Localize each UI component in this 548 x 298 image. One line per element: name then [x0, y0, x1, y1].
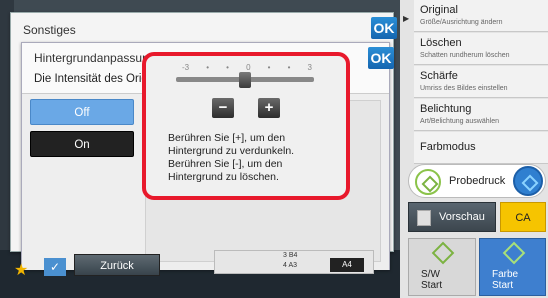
back-button[interactable]: Zurück [74, 254, 160, 276]
menu-item-title: Farbmodus [420, 141, 476, 153]
color-label: Farbe [492, 269, 519, 280]
probe-print-button[interactable]: Probedruck [408, 164, 546, 198]
preview-button[interactable]: Vorschau [408, 202, 496, 232]
start-diamond-icon [502, 241, 526, 265]
menu-item-title: Schärfe [420, 70, 458, 82]
menu-item-subtitle: Größe/Ausrichtung ändern [420, 19, 503, 26]
menu-item-title: Löschen [420, 37, 462, 49]
start-diamond-icon [513, 166, 543, 196]
menu-item-subtitle: Art/Belichtung auswählen [420, 118, 499, 125]
tick-label: 0 [246, 63, 251, 72]
menu-item-loeschen[interactable]: Löschen Schatten rundherum löschen [414, 33, 548, 65]
menu-item-subtitle: Schatten rundherum löschen [420, 52, 510, 59]
tray-row: 4 A3 [283, 262, 298, 269]
menu-item-belichtung[interactable]: Belichtung Art/Belichtung auswählen [414, 99, 548, 131]
color-start-button[interactable]: Farbe Start [479, 238, 546, 296]
tick-label: • [287, 63, 291, 72]
tray-row: 3 B4 [283, 252, 298, 259]
color-start-label: Start [492, 280, 514, 291]
bw-start-button[interactable]: S/W Start [408, 238, 476, 296]
menu-item-farbmodus[interactable]: Farbmodus [414, 132, 548, 164]
tick-label: • [206, 63, 210, 72]
start-diamond-icon [431, 241, 455, 265]
minus-button[interactable]: − [212, 98, 234, 118]
option-on-button[interactable]: On [30, 131, 134, 157]
menu-item-title: Belichtung [420, 103, 472, 115]
probe-print-label: Probedruck [449, 175, 506, 187]
bw-label: S/W [421, 269, 440, 280]
dialog-title: Hintergrundanpassung [34, 51, 156, 65]
expand-arrow-icon[interactable]: ▶ [403, 14, 409, 23]
tick-label: 3 [307, 63, 312, 72]
start-diamond-icon [415, 169, 441, 195]
menu-item-subtitle: Umriss des Bildes einstellen [420, 85, 508, 92]
bw-start-label: Start [421, 280, 443, 291]
tick-label: • [267, 63, 271, 72]
checkmark-icon[interactable]: ✓ [44, 258, 66, 276]
outer-dialog-title: Sonstiges [23, 23, 76, 37]
outer-ok-button[interactable]: OK [371, 17, 397, 39]
menu-item-title: Original [420, 4, 458, 16]
menu-item-schaerfe[interactable]: Schärfe Umriss des Bildes einstellen [414, 66, 548, 98]
preview-label: Vorschau [439, 211, 485, 223]
preview-icon [417, 210, 431, 226]
plus-button[interactable]: + [258, 98, 280, 118]
tick-label: -3 [182, 63, 190, 72]
inner-ok-button[interactable]: OK [368, 47, 394, 69]
clear-all-button[interactable]: CA [500, 202, 546, 232]
star-icon[interactable]: ★ [14, 260, 28, 280]
help-text: Berühren Sie [+], um den Hintergrund zu … [168, 132, 295, 183]
selected-paper-badge: A4 [330, 258, 364, 272]
highlight-frame: -3 • • 0 • • 3 − + Berühren Sie [+], um … [142, 52, 350, 200]
slider-scale: -3 • • 0 • • 3 [182, 63, 312, 72]
tick-label: • [226, 63, 229, 72]
option-off-button[interactable]: Off [30, 99, 134, 125]
slider-thumb[interactable] [239, 72, 251, 88]
menu-item-original[interactable]: Original Größe/Ausrichtung ändern [414, 0, 548, 32]
